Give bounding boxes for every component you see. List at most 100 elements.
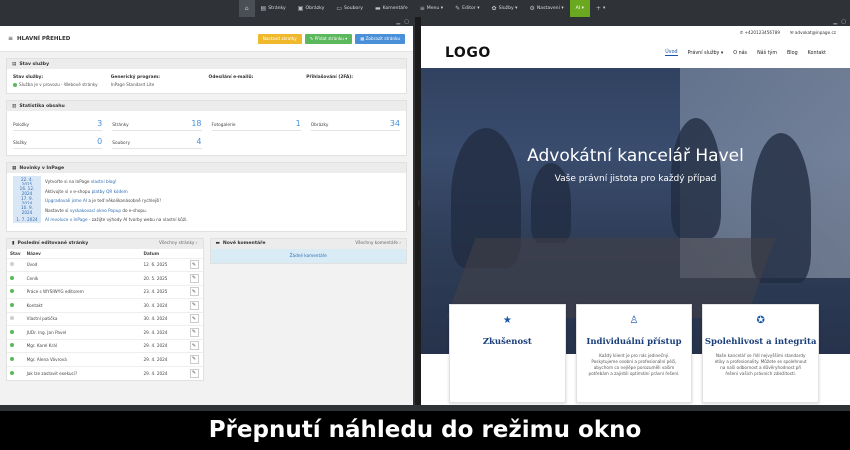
all-pages-link[interactable]: Všechny stránky › <box>159 241 198 246</box>
star-icon: ★ <box>502 315 512 326</box>
feature-card: ♙ Individuální přístup Každý klient je pro… <box>575 304 693 403</box>
news-link[interactable]: AI revoluce v InPage <box>45 217 88 222</box>
status-field: Stav služby: Služba je v provozu - Webové… <box>13 75 107 87</box>
news-link[interactable]: platby QR kódem <box>92 189 128 194</box>
add-page-button[interactable]: ✎ Přidat stránku ▾ <box>304 33 353 44</box>
all-comments-link[interactable]: Všechny komentáře › <box>355 241 401 246</box>
toolbar-label: Obrázky <box>305 6 325 11</box>
news-text: Upgradovali jsme AI a je teď několikanás… <box>45 198 161 203</box>
hero-subtitle: Vaše právní jistota pro každý případ <box>554 174 717 184</box>
edit-icon[interactable]: ✎ <box>189 327 199 337</box>
stat-item[interactable]: Soubory 4 <box>112 137 202 149</box>
toolbar-item-0[interactable]: ⌂ <box>238 0 255 17</box>
edit-icon[interactable]: ✎ <box>189 314 199 324</box>
nav-item[interactable]: O nás <box>733 51 747 56</box>
table-row[interactable]: Práce s WYSIWYG editorem 23. 4. 2025 ✎ <box>7 284 203 299</box>
table-row[interactable]: Vlastní patička 30. 4. 2024 ✎ <box>7 311 203 326</box>
preview-window: ▁ ▢ ✆ +420123456789 ✉ advokat@inpage.cz … <box>421 17 850 405</box>
maximize-icon[interactable]: ▢ <box>404 19 409 25</box>
table-row[interactable]: Mgr. Karel Král 29. 4. 2024 ✎ <box>7 338 203 353</box>
status-label: Stav služby: <box>13 75 44 80</box>
view-page-button[interactable]: ▦ Zobrazit stránku <box>355 33 405 44</box>
table-row[interactable]: Kontakt 30. 4. 2024 ✎ <box>7 298 203 312</box>
news-date: 1. 7. 2024 <box>13 216 41 224</box>
edit-icon[interactable]: ✎ <box>189 260 199 270</box>
news-text: Vytvořte si na InPage vlastní blog! <box>45 179 117 184</box>
status-cell <box>7 271 24 285</box>
edit-icon[interactable]: ✎ <box>189 341 199 351</box>
toolbar-item-3[interactable]: ▭ Soubory <box>330 0 369 17</box>
card-title: Zkušenost <box>482 337 532 347</box>
pencil-icon: ✎ <box>455 5 461 12</box>
page-name: Ceník <box>23 271 141 285</box>
nav-item[interactable]: Náš tým <box>757 51 777 56</box>
stat-item[interactable]: Stránky 18 <box>112 119 202 131</box>
phone-link[interactable]: ✆ +420123456789 <box>740 30 780 35</box>
recent-pages-panel: ▮ Poslední editované stránky Všechny strán… <box>6 237 204 381</box>
nav-item[interactable]: Právní služby ▾ <box>688 51 724 56</box>
edit-icon[interactable]: ✎ <box>189 368 199 378</box>
edit-cell: ✎ <box>186 338 203 353</box>
stat-item[interactable]: Složky 0 <box>13 137 103 149</box>
page-name: Jak lze zastavit exekuci? <box>23 365 141 380</box>
site-navigation: LOGO Úvod Právní služby ▾ O nás Náš tým Blog… <box>421 38 850 68</box>
stat-label: Fotogalerie <box>211 123 236 128</box>
email-link[interactable]: ✉ advokat@inpage.cz <box>790 30 836 35</box>
user-icon: ♙ <box>629 315 639 326</box>
menu-icon[interactable]: ≡ <box>8 35 13 42</box>
edit-icon[interactable]: ✎ <box>189 287 199 297</box>
news-link[interactable]: Upgradovali jsme AI <box>45 198 87 203</box>
news-link[interactable]: vlastní blog! <box>91 179 117 184</box>
page-name: Kontakt <box>23 298 141 312</box>
file-icon: ▮ <box>12 241 15 246</box>
toolbar-item-9[interactable]: AI ▾ <box>569 0 590 17</box>
minimize-icon[interactable]: ▁ <box>396 19 400 25</box>
nav-item[interactable]: Kontakt <box>808 51 826 56</box>
table-row[interactable]: Mgr. Alena Vávrová 29. 4. 2024 ✎ <box>7 352 203 366</box>
toolbar-item-2[interactable]: ▣ Obrázky <box>292 0 331 17</box>
nav-item[interactable]: Blog <box>787 51 798 56</box>
stat-item[interactable]: Položky 3 <box>13 119 103 131</box>
stat-value: 34 <box>389 119 400 128</box>
news-post: - zažijte výhody AI tvorby webu na vlast… <box>88 217 188 223</box>
edit-icon[interactable]: ✎ <box>189 300 199 310</box>
toolbar-item-7[interactable]: ✿ Služby ▾ <box>486 0 524 17</box>
minimize-icon[interactable]: ▁ <box>833 19 837 25</box>
toolbar-item-1[interactable]: ▤ Stránky <box>255 0 292 17</box>
award-icon: ✪ <box>756 315 765 326</box>
table-row[interactable]: Jak lze zastavit exekuci? 29. 4. 2024 ✎ <box>7 365 203 380</box>
maximize-icon[interactable]: ▢ <box>841 19 846 25</box>
settings-shortcuts-button[interactable]: Nastavit zkratky <box>257 33 302 44</box>
table-row[interactable]: JUDr. Ing. Jan Pavel 29. 4. 2024 ✎ <box>7 325 203 339</box>
comments-panel: ▬ Nové komentáře Všechny komentáře › Žádné… <box>209 237 407 264</box>
nav-item[interactable]: Úvod <box>665 50 678 56</box>
stat-value: 3 <box>97 119 103 128</box>
toolbar-item-4[interactable]: ▬ Komentáře <box>369 0 414 17</box>
news-link[interactable]: vyskakovací okno Popup <box>70 208 121 213</box>
status-field: Odesílání e-mailů: <box>209 75 303 87</box>
status-field: Generický program: InPage Standard Lite <box>111 75 205 87</box>
toolbar-label: AI ▾ <box>575 6 584 11</box>
published-icon <box>10 289 14 294</box>
page-name: JUDr. Ing. Jan Pavel <box>23 325 141 339</box>
edit-icon[interactable]: ✎ <box>189 354 199 364</box>
toolbar-item-5[interactable]: ≡ Menu ▾ <box>414 0 449 17</box>
status-ok-icon <box>13 82 17 87</box>
toolbar-item-8[interactable]: ⚙ Nastavení ▾ <box>523 0 569 17</box>
edit-icon[interactable]: ✎ <box>189 273 199 283</box>
table-row[interactable]: Úvod 12. 6. 2025 ✎ <box>7 257 203 272</box>
edit-cell: ✎ <box>186 325 203 339</box>
toolbar-item-6[interactable]: ✎ Editor ▾ <box>449 0 485 17</box>
stat-label: Soubory <box>112 141 130 146</box>
status-cell <box>7 338 24 353</box>
news-date: 10. 9. 2024 <box>13 204 41 217</box>
site-logo[interactable]: LOGO <box>445 45 655 61</box>
table-row[interactable]: Ceník 20. 5. 2025 ✎ <box>7 271 203 285</box>
toolbar-item-10[interactable]: + ▾ <box>590 0 611 17</box>
stat-item[interactable]: Obrázky 34 <box>310 119 400 131</box>
published-icon <box>10 275 14 280</box>
recent-pages-table: Stav Název Datum Úvod 12. 6. 2025 ✎ Ceník 20. … <box>7 249 203 380</box>
stat-item[interactable]: Fotogalerie 1 <box>211 119 301 131</box>
stat-value: 0 <box>97 137 103 146</box>
panel-heading: Stav služby <box>19 61 50 67</box>
